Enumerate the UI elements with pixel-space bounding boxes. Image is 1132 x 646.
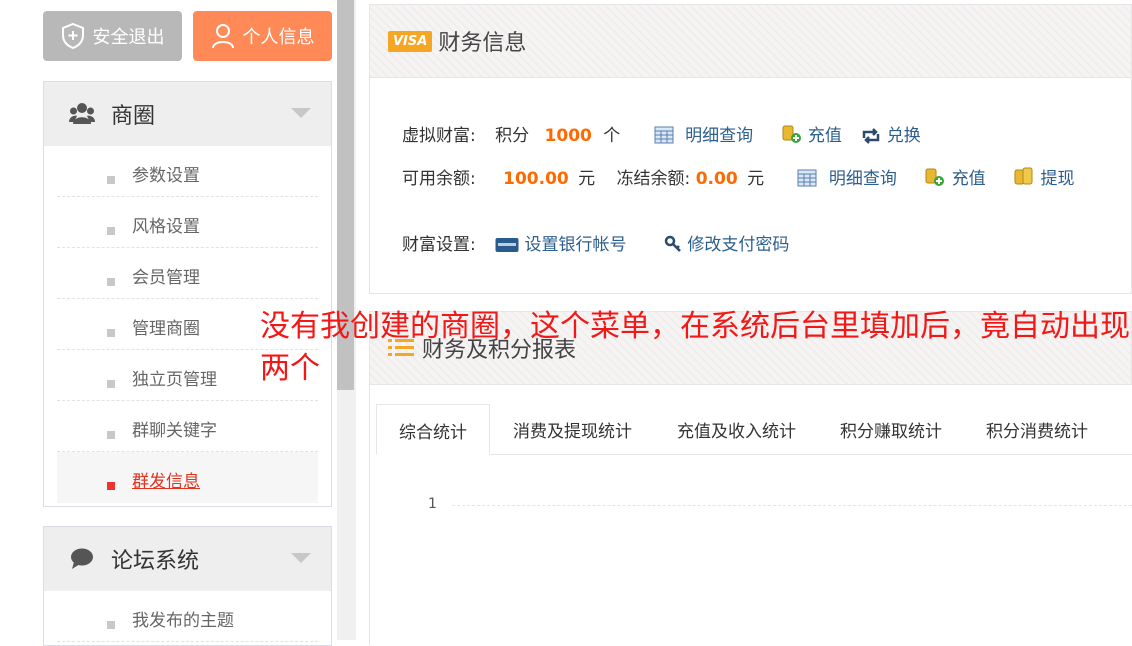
points-unit: 个 — [603, 126, 621, 146]
withdraw-label: 提现 — [1040, 169, 1075, 189]
tab-label: 充值及收入统计 — [677, 422, 796, 442]
bank-account-link[interactable]: 设置银行帐号 — [495, 235, 632, 255]
tab-recharge-income[interactable]: 充值及收入统计 — [677, 404, 796, 455]
sidebar-item-label: 风格设置 — [132, 217, 200, 237]
coins-add-icon — [782, 125, 801, 143]
bullet-icon — [107, 380, 115, 388]
points-detail-link[interactable]: 明细查询 — [654, 126, 759, 146]
change-password-label: 修改支付密码 — [687, 235, 790, 255]
logout-button[interactable]: 安全退出 — [43, 11, 182, 61]
bullet-icon — [107, 176, 115, 184]
user-icon — [211, 24, 234, 49]
forum-panel: 论坛系统 我发布的主题 — [43, 526, 332, 646]
balance-recharge-link[interactable]: 充值 — [924, 168, 991, 189]
sidebar-item-param-settings[interactable]: 参数设置 — [57, 146, 318, 197]
sidebar-item-mass-message[interactable]: 群发信息 — [57, 452, 318, 503]
bullet-icon — [107, 278, 115, 286]
tab-points-spent[interactable]: 积分消费统计 — [986, 404, 1088, 455]
coins-icon — [1014, 167, 1033, 185]
balance-value: 100.00 — [503, 169, 569, 189]
sidebar-item-label: 我发布的主题 — [132, 611, 234, 631]
recharge-label: 充值 — [951, 169, 986, 189]
tab-overall[interactable]: 综合统计 — [376, 404, 490, 455]
sidebar-item-label: 群聊关键字 — [132, 421, 217, 441]
profile-button[interactable]: 个人信息 — [193, 11, 332, 61]
bullet-icon — [107, 329, 115, 337]
sidebar-item-member-management[interactable]: 会员管理 — [57, 248, 318, 299]
tab-label: 积分消费统计 — [986, 422, 1088, 442]
logout-label: 安全退出 — [92, 27, 165, 48]
sidebar-item-chat-keywords[interactable]: 群聊关键字 — [57, 401, 318, 452]
tab-label: 综合统计 — [399, 423, 467, 443]
sidebar-item-label: 会员管理 — [132, 268, 200, 288]
commerce-panel-title: 商圈 — [111, 104, 156, 129]
shield-icon — [61, 22, 84, 50]
bank-card-icon — [495, 238, 519, 252]
recharge-label: 充值 — [807, 126, 842, 146]
chart-axis-tick: 1 — [428, 496, 437, 512]
forum-panel-title: 论坛系统 — [111, 549, 200, 574]
sidebar-item-label: 独立页管理 — [132, 370, 217, 390]
exchange-link[interactable]: 兑换 — [861, 126, 921, 146]
bullet-icon — [107, 431, 115, 439]
balance-row: 可用余额: 100.00 元 冻结余额: 0.00 元 明细查询 充值 提现 — [402, 164, 1075, 189]
group-icon — [69, 103, 95, 124]
finance-card-header: VISA 财务信息 — [369, 4, 1132, 78]
frozen-label: 冻结余额: — [616, 169, 691, 189]
table-icon — [797, 169, 817, 187]
finance-card-body: 虚拟财富: 积分 1000 个 明细查询 充值 兑换 可用余额: 100.00 … — [369, 78, 1132, 294]
coins-add-icon — [925, 168, 945, 186]
annotation-text: 没有我创建的商圈，这个菜单，在系统后台里填加后，竟自动出现两个 — [260, 309, 1130, 386]
balance-unit: 元 — [578, 169, 596, 189]
exchange-label: 兑换 — [886, 126, 921, 146]
chart-gridline — [452, 505, 1132, 506]
report-tabs: 综合统计 消费及提现统计 充值及收入统计 积分赚取统计 积分消费统计 — [376, 404, 1132, 455]
wealth-settings-label: 财富设置: — [402, 235, 476, 255]
virtual-wealth-row: 虚拟财富: 积分 1000 个 明细查询 充值 兑换 — [402, 121, 921, 146]
sidebar-item-label: 参数设置 — [132, 166, 200, 186]
points-recharge-link[interactable]: 充值 — [781, 125, 848, 146]
sidebar-item-style-settings[interactable]: 风格设置 — [57, 197, 318, 248]
sidebar-item-label: 管理商圈 — [132, 319, 200, 339]
points-value: 1000 — [544, 126, 592, 146]
bullet-icon — [107, 227, 115, 235]
chat-bubble-icon — [71, 548, 93, 569]
bullet-icon — [107, 482, 115, 490]
bullet-icon — [107, 621, 115, 629]
visa-icon: VISA — [388, 30, 433, 52]
table-icon — [654, 126, 674, 144]
bank-account-label: 设置银行帐号 — [524, 235, 627, 255]
tab-label: 积分赚取统计 — [840, 422, 942, 442]
exchange-icon — [863, 128, 880, 144]
sidebar-item-label[interactable]: 群发信息 — [132, 467, 200, 492]
balance-label: 可用余额: — [402, 169, 476, 189]
tab-points-earned[interactable]: 积分赚取统计 — [840, 404, 942, 455]
balance-detail-link[interactable]: 明细查询 — [797, 169, 902, 189]
commerce-panel-header[interactable]: 商圈 — [44, 82, 331, 146]
finance-title: 财务信息 — [438, 31, 527, 56]
detail-query-label: 明细查询 — [828, 169, 897, 189]
tab-label: 消费及提现统计 — [513, 422, 632, 442]
chevron-down-icon[interactable] — [291, 553, 311, 563]
tab-consume-withdraw[interactable]: 消费及提现统计 — [513, 404, 632, 455]
wealth-settings-row: 财富设置: 设置银行帐号 修改支付密码 — [402, 230, 789, 255]
commerce-panel: 商圈 参数设置 风格设置 会员管理 管理商圈 独立页管理 群聊关键字 群发信息 — [43, 81, 332, 507]
key-icon — [664, 235, 681, 252]
profile-label: 个人信息 — [242, 27, 315, 48]
detail-query-label: 明细查询 — [685, 126, 754, 146]
sidebar-item-my-topics[interactable]: 我发布的主题 — [57, 591, 318, 642]
frozen-unit: 元 — [747, 169, 765, 189]
points-label: 积分 — [495, 126, 530, 146]
chevron-down-icon[interactable] — [291, 108, 311, 118]
frozen-value: 0.00 — [695, 169, 738, 189]
change-password-link[interactable]: 修改支付密码 — [664, 235, 789, 255]
forum-panel-header[interactable]: 论坛系统 — [44, 527, 331, 591]
withdraw-link[interactable]: 提现 — [1013, 167, 1075, 189]
virtual-wealth-label: 虚拟财富: — [402, 126, 476, 146]
